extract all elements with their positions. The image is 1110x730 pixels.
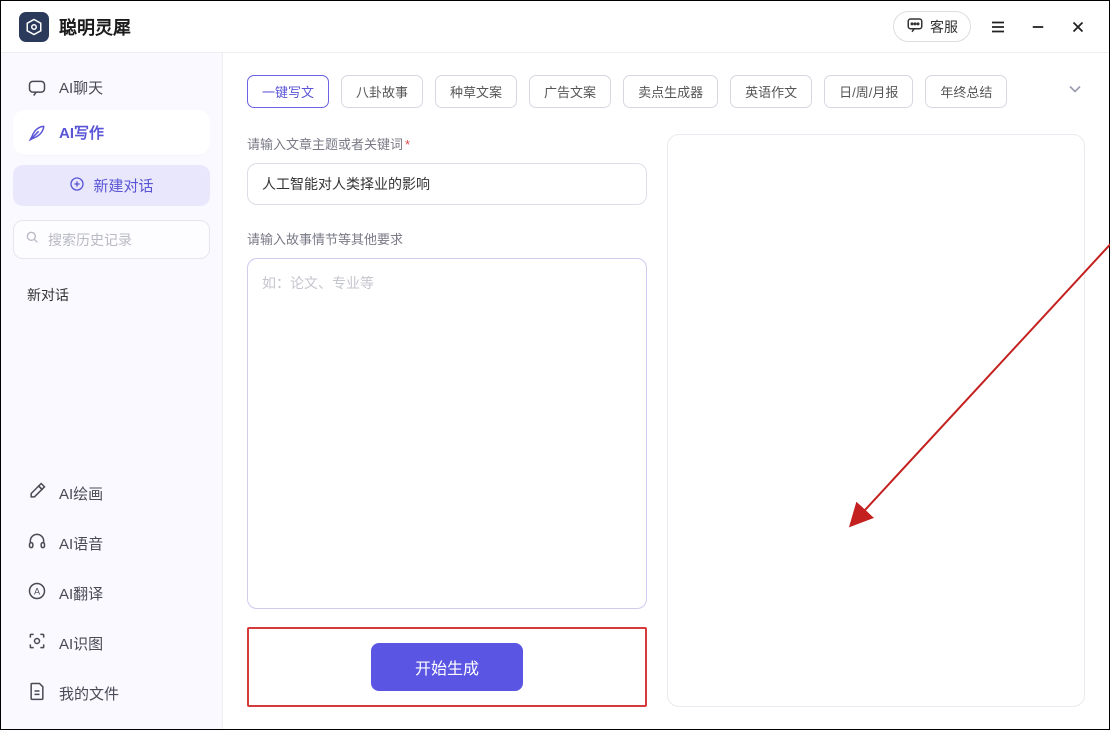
main-panel: 一键写文 八卦故事 种草文案 广告文案 卖点生成器 英语作文 日/周/月报 年终… [223, 53, 1109, 729]
customer-service-label: 客服 [930, 17, 958, 37]
sidebar-item-label: AI识图 [59, 633, 103, 654]
sidebar-item-label: 我的文件 [59, 683, 119, 704]
input-column: 请输入文章主题或者关键词* 请输入故事情节等其他要求 开始生成 [247, 134, 647, 707]
chip-selling-points[interactable]: 卖点生成器 [623, 75, 718, 108]
chip-english-essay[interactable]: 英语作文 [730, 75, 812, 108]
plus-circle-icon [69, 176, 85, 196]
history-item-label: 新对话 [27, 287, 69, 303]
app-logo-icon [19, 12, 49, 42]
sidebar-spacer [13, 313, 210, 469]
sidebar-item-files[interactable]: 我的文件 [13, 669, 210, 717]
sidebar-item-label: AI写作 [59, 122, 104, 143]
chip-report[interactable]: 日/周/月报 [824, 75, 913, 108]
new-chat-label: 新建对话 [93, 175, 153, 196]
close-button[interactable] [1065, 14, 1091, 40]
details-field-label: 请输入故事情节等其他要求 [247, 229, 647, 248]
sidebar-item-draw[interactable]: AI绘画 [13, 469, 210, 517]
sidebar-item-translate[interactable]: A AI翻译 [13, 569, 210, 617]
search-input[interactable] [48, 232, 199, 248]
template-chips-row: 一键写文 八卦故事 种草文案 广告文案 卖点生成器 英语作文 日/周/月报 年终… [247, 75, 1085, 108]
topic-input[interactable] [247, 163, 647, 205]
chat-bubble-icon [906, 16, 924, 37]
sidebar-item-chat[interactable]: AI聊天 [13, 65, 210, 110]
chip-one-click-write[interactable]: 一键写文 [247, 75, 329, 108]
topic-field-label: 请输入文章主题或者关键词* [247, 134, 647, 153]
required-asterisk: * [405, 137, 410, 152]
sidebar-item-voice[interactable]: AI语音 [13, 519, 210, 567]
history-item-new-chat[interactable]: 新对话 [13, 277, 210, 313]
app-body: AI聊天 AI写作 新建对话 [1, 53, 1109, 729]
search-history-box[interactable] [13, 220, 210, 259]
minimize-button[interactable] [1025, 14, 1051, 40]
chip-gossip-story[interactable]: 八卦故事 [341, 75, 423, 108]
image-scan-icon [27, 631, 47, 655]
chip-year-summary[interactable]: 年终总结 [925, 75, 1007, 108]
chip-seeding-copy[interactable]: 种草文案 [435, 75, 517, 108]
translate-icon: A [27, 581, 47, 605]
headphones-icon [27, 531, 47, 555]
file-icon [27, 681, 47, 705]
customer-service-button[interactable]: 客服 [893, 11, 971, 42]
brush-icon [27, 481, 47, 505]
chips-expand-toggle[interactable] [1065, 79, 1085, 104]
titlebar: 聪明灵犀 客服 [1, 1, 1109, 53]
details-textarea[interactable] [247, 258, 647, 609]
search-icon [24, 229, 40, 250]
sidebar-item-write[interactable]: AI写作 [13, 110, 210, 155]
generate-highlight-box: 开始生成 [247, 627, 647, 707]
feather-icon [27, 123, 47, 143]
new-chat-button[interactable]: 新建对话 [13, 165, 210, 206]
app-title: 聪明灵犀 [59, 14, 131, 40]
generate-button[interactable]: 开始生成 [371, 643, 523, 691]
titlebar-right: 客服 [893, 11, 1091, 42]
sidebar-item-label: AI语音 [59, 533, 103, 554]
sidebar-item-label: AI聊天 [59, 77, 103, 98]
sidebar-item-vision[interactable]: AI识图 [13, 619, 210, 667]
output-panel [667, 134, 1085, 707]
svg-text:A: A [34, 586, 41, 596]
output-column [667, 134, 1085, 707]
sidebar-item-label: AI绘画 [59, 483, 103, 504]
sidebar: AI聊天 AI写作 新建对话 [1, 53, 223, 729]
columns: 请输入文章主题或者关键词* 请输入故事情节等其他要求 开始生成 [247, 134, 1085, 707]
chat-icon [27, 78, 47, 98]
titlebar-left: 聪明灵犀 [19, 12, 131, 42]
chip-ad-copy[interactable]: 广告文案 [529, 75, 611, 108]
sidebar-item-label: AI翻译 [59, 583, 103, 604]
menu-button[interactable] [985, 14, 1011, 40]
